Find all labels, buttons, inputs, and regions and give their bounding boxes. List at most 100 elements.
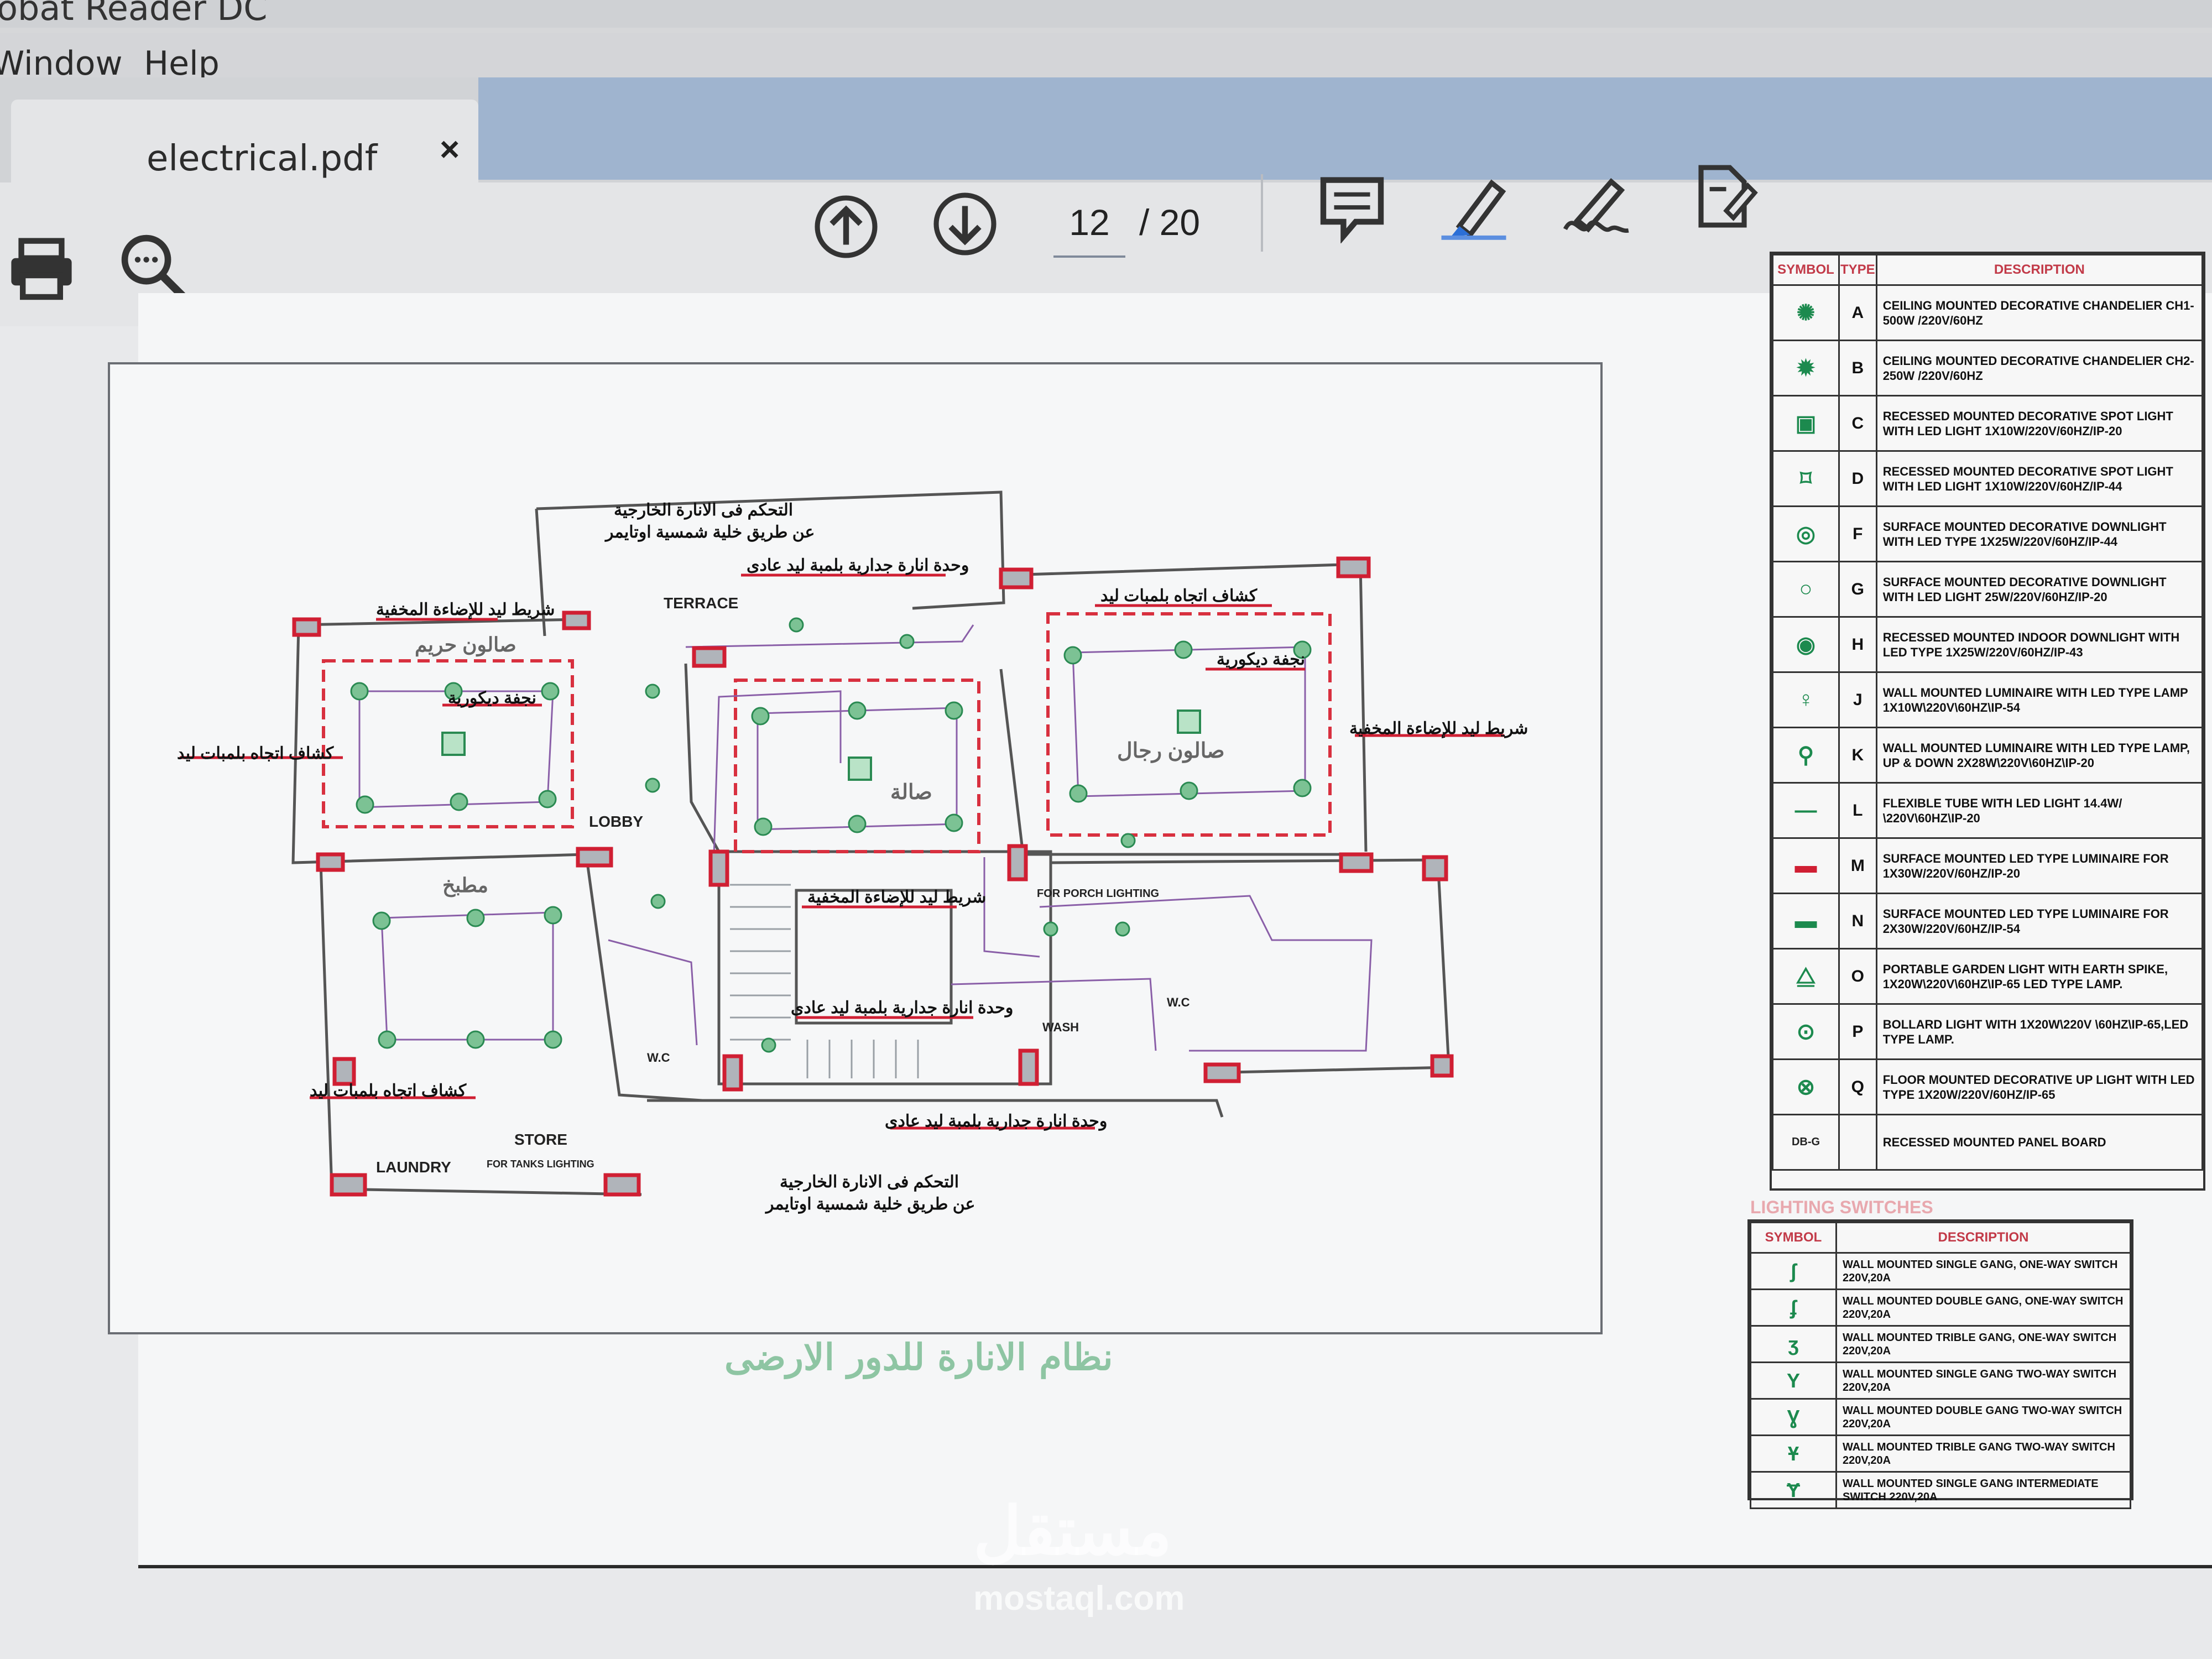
switch-row: ʄ WALL MOUNTED DOUBLE GANG, ONE-WAY SWITC…: [1750, 1288, 2131, 1327]
label-tanks-lighting: FOR TANKS LIGHTING: [487, 1159, 594, 1170]
legend-row: ◎ F SURFACE MOUNTED DECORATIVE DOWNLIGHT W…: [1772, 505, 2204, 562]
switches-header-description: DESCRIPTION: [1835, 1222, 2131, 1254]
switch-row: Ɏ WALL MOUNTED SINGLE GANG INTERMEDIATE S…: [1750, 1471, 2131, 1509]
switches-legend-title: LIGHTING SWITCHES: [1750, 1197, 1933, 1217]
label-men-salon: صالون رجال: [1117, 739, 1225, 763]
title-bar: robat Reader DC: [0, 0, 2212, 28]
next-page-icon[interactable]: [929, 188, 1001, 260]
label-laundry: LAUNDRY: [376, 1159, 451, 1176]
legend-row: ○ G SURFACE MOUNTED DECORATIVE DOWNLIGHT W…: [1772, 561, 2204, 618]
bollard-light-icon: ⊙: [1772, 1003, 1840, 1060]
close-icon[interactable]: ×: [440, 130, 460, 169]
switch-two-way-single-icon: Y: [1750, 1361, 1837, 1400]
tab-strip-empty-area: [478, 77, 2212, 180]
note-chand-2: نجفة ديكورية: [448, 689, 537, 707]
note-control-top-2: عن طريق خلية شمسية اوتايمر: [606, 523, 815, 541]
label-hall: صالة: [890, 781, 932, 804]
label-wc-1: W.C: [647, 1051, 670, 1065]
page-total: / 20: [1139, 202, 1201, 243]
note-control-top-1: التحكم فى الانارة الخارجية: [614, 501, 794, 519]
legend-row: ✺ A CEILING MOUNTED DECORATIVE CHANDELIER …: [1772, 284, 2204, 341]
watermark-logo: مستقل: [973, 1494, 1172, 1568]
switch-row: Ɣ WALL MOUNTED DOUBLE GANG TWO-WAY SWITCH…: [1750, 1398, 2131, 1436]
label-wc-2: W.C: [1167, 995, 1190, 1009]
page-number-input[interactable]: 12: [1053, 189, 1125, 258]
note-spot-2: كشاف اتجاه بلمبات ليد: [177, 744, 334, 763]
note-unit-mid: وحدة انارة جدارية بلمبة ليد عادى: [791, 999, 1014, 1017]
note-unit-bottom: وحدة انارة جدارية بلمبة ليد عادى: [885, 1112, 1108, 1130]
watermark-url: mostaql.com: [973, 1579, 1185, 1618]
label-store: STORE: [514, 1131, 567, 1148]
label-porch-lighting: FOR PORCH LIGHTING: [1037, 888, 1160, 900]
spot-light-icon: ⌑: [1772, 450, 1840, 507]
lighting-legend-table: SYMBOL TYPE DESCRIPTION ✺ A CEILING MOUNTE…: [1770, 252, 2205, 1191]
note-chand-1: نجفة ديكورية: [1217, 650, 1306, 669]
label-kitchen: مطبخ: [442, 874, 488, 896]
switch-two-way-triple-icon: Ұ: [1750, 1434, 1837, 1473]
label-terrace: TERRACE: [664, 594, 739, 612]
switch-triple-icon: ʒ: [1750, 1325, 1837, 1363]
switch-intermediate-icon: Ɏ: [1750, 1471, 1837, 1509]
label-women-salon: صالون حريم: [415, 633, 517, 656]
switch-single-icon: ʃ: [1750, 1252, 1837, 1290]
tab-label: electrical.pdf: [147, 138, 378, 179]
sign-icon[interactable]: [1559, 169, 1631, 241]
legend-row: ⚲ K WALL MOUNTED LUMINAIRE WITH LED TYPE L…: [1772, 727, 2204, 784]
legend-row: ♀ J WALL MOUNTED LUMINAIRE WITH LED TYPE L…: [1772, 671, 2204, 728]
note-strip-1: شريط ليد للإضاءة المخفية: [376, 601, 555, 619]
switch-double-icon: ʄ: [1750, 1288, 1837, 1327]
note-unit-top: وحدة انارة جدارية بلمبة ليد عادى: [747, 556, 969, 575]
legend-row: ⊙ P BOLLARD LIGHT WITH 1X20W\220V \60HZ\IP…: [1772, 1003, 2204, 1060]
switches-header-symbol: SYMBOL: [1750, 1222, 1837, 1254]
legend-header-type: TYPE: [1838, 254, 1877, 286]
legend-row: — L FLEXIBLE TUBE WITH LED LIGHT 14.4W/ \2…: [1772, 782, 2204, 839]
zoom-search-icon[interactable]: [116, 229, 188, 301]
luminaire-red-icon: ▬: [1772, 837, 1840, 894]
legend-row: ▬ M SURFACE MOUNTED LED TYPE LUMINAIRE FOR…: [1772, 837, 2204, 894]
toolbar-divider: [1261, 174, 1263, 252]
previous-page-icon[interactable]: [810, 191, 882, 263]
label-lobby: LOBBY: [589, 813, 643, 830]
switch-two-way-double-icon: Ɣ: [1750, 1398, 1837, 1436]
fill-and-sign-icon[interactable]: [1687, 160, 1759, 232]
switch-row: Y WALL MOUNTED SINGLE GANG TWO-WAY SWITCH…: [1750, 1361, 2131, 1400]
downlight-icon: ◎: [1772, 505, 1840, 562]
switches-legend-table: SYMBOL DESCRIPTION ʃ WALL MOUNTED SINGLE …: [1747, 1219, 2133, 1509]
wall-lamp-icon: ⚲: [1772, 727, 1840, 784]
switch-row: Ұ WALL MOUNTED TRIBLE GANG TWO-WAY SWITCH…: [1750, 1434, 2131, 1473]
floor-uplight-icon: ⊗: [1772, 1058, 1840, 1115]
chandelier-icon: ✹: [1772, 340, 1840, 397]
drawing-caption: نظام الانارة للدور الارضى: [724, 1335, 1113, 1379]
print-icon[interactable]: [6, 232, 77, 304]
legend-row: ◉ H RECESSED MOUNTED INDOOR DOWNLIGHT WITH…: [1772, 616, 2204, 673]
label-wash: WASH: [1042, 1020, 1079, 1034]
note-spot-3: كشاف اتجاه بلمبات ليد: [310, 1082, 467, 1100]
luminaire-green-icon: ▬: [1772, 893, 1840, 950]
tab-strip: electrical.pdf ×: [0, 77, 2212, 205]
note-control-bottom-1: التحكم فى الانارة الخارجية: [780, 1173, 959, 1191]
switch-row: ʃ WALL MOUNTED SINGLE GANG, ONE-WAY SWITC…: [1750, 1252, 2131, 1290]
chandelier-icon: ✺: [1772, 284, 1840, 341]
note-strip-2: شريط ليد للإضاءة المخفية: [1349, 719, 1528, 738]
panel-board-symbol: DB-G: [1772, 1114, 1840, 1171]
legend-header-symbol: SYMBOL: [1772, 254, 1840, 286]
legend-row: ⌑ D RECESSED MOUNTED DECORATIVE SPOT LIGHT…: [1772, 450, 2204, 507]
legend-row: ▣ C RECESSED MOUNTED DECORATIVE SPOT LIGHT…: [1772, 395, 2204, 452]
legend-row: ⊗ Q FLOOR MOUNTED DECORATIVE UP LIGHT WITH…: [1772, 1058, 2204, 1115]
spot-light-icon: ▣: [1772, 395, 1840, 452]
legend-header-description: DESCRIPTION: [1875, 254, 2204, 286]
note-strip-3: شريط ليد للإضاءة المخفية: [807, 888, 987, 906]
highlight-pen-icon[interactable]: [1438, 169, 1510, 241]
flexible-tube-icon: —: [1772, 782, 1840, 839]
legend-row: ✹ B CEILING MOUNTED DECORATIVE CHANDELIER …: [1772, 340, 2204, 397]
comment-icon[interactable]: [1316, 171, 1388, 244]
legend-row: ▬ N SURFACE MOUNTED LED TYPE LUMINAIRE FOR…: [1772, 893, 2204, 950]
app-title: robat Reader DC: [0, 0, 268, 28]
downlight-icon: ◉: [1772, 616, 1840, 673]
legend-row: DB-G RECESSED MOUNTED PANEL BOARD: [1772, 1114, 2204, 1171]
wall-lamp-icon: ♀: [1772, 671, 1840, 728]
note-control-bottom-2: عن طريق خلية شمسية اوتايمر: [766, 1195, 975, 1213]
garden-light-icon: ⧋: [1772, 948, 1840, 1005]
switch-row: ʒ WALL MOUNTED TRIBLE GANG, ONE-WAY SWITC…: [1750, 1325, 2131, 1363]
note-spot-1: كشاف اتجاه بلمبات ليد: [1100, 587, 1258, 605]
